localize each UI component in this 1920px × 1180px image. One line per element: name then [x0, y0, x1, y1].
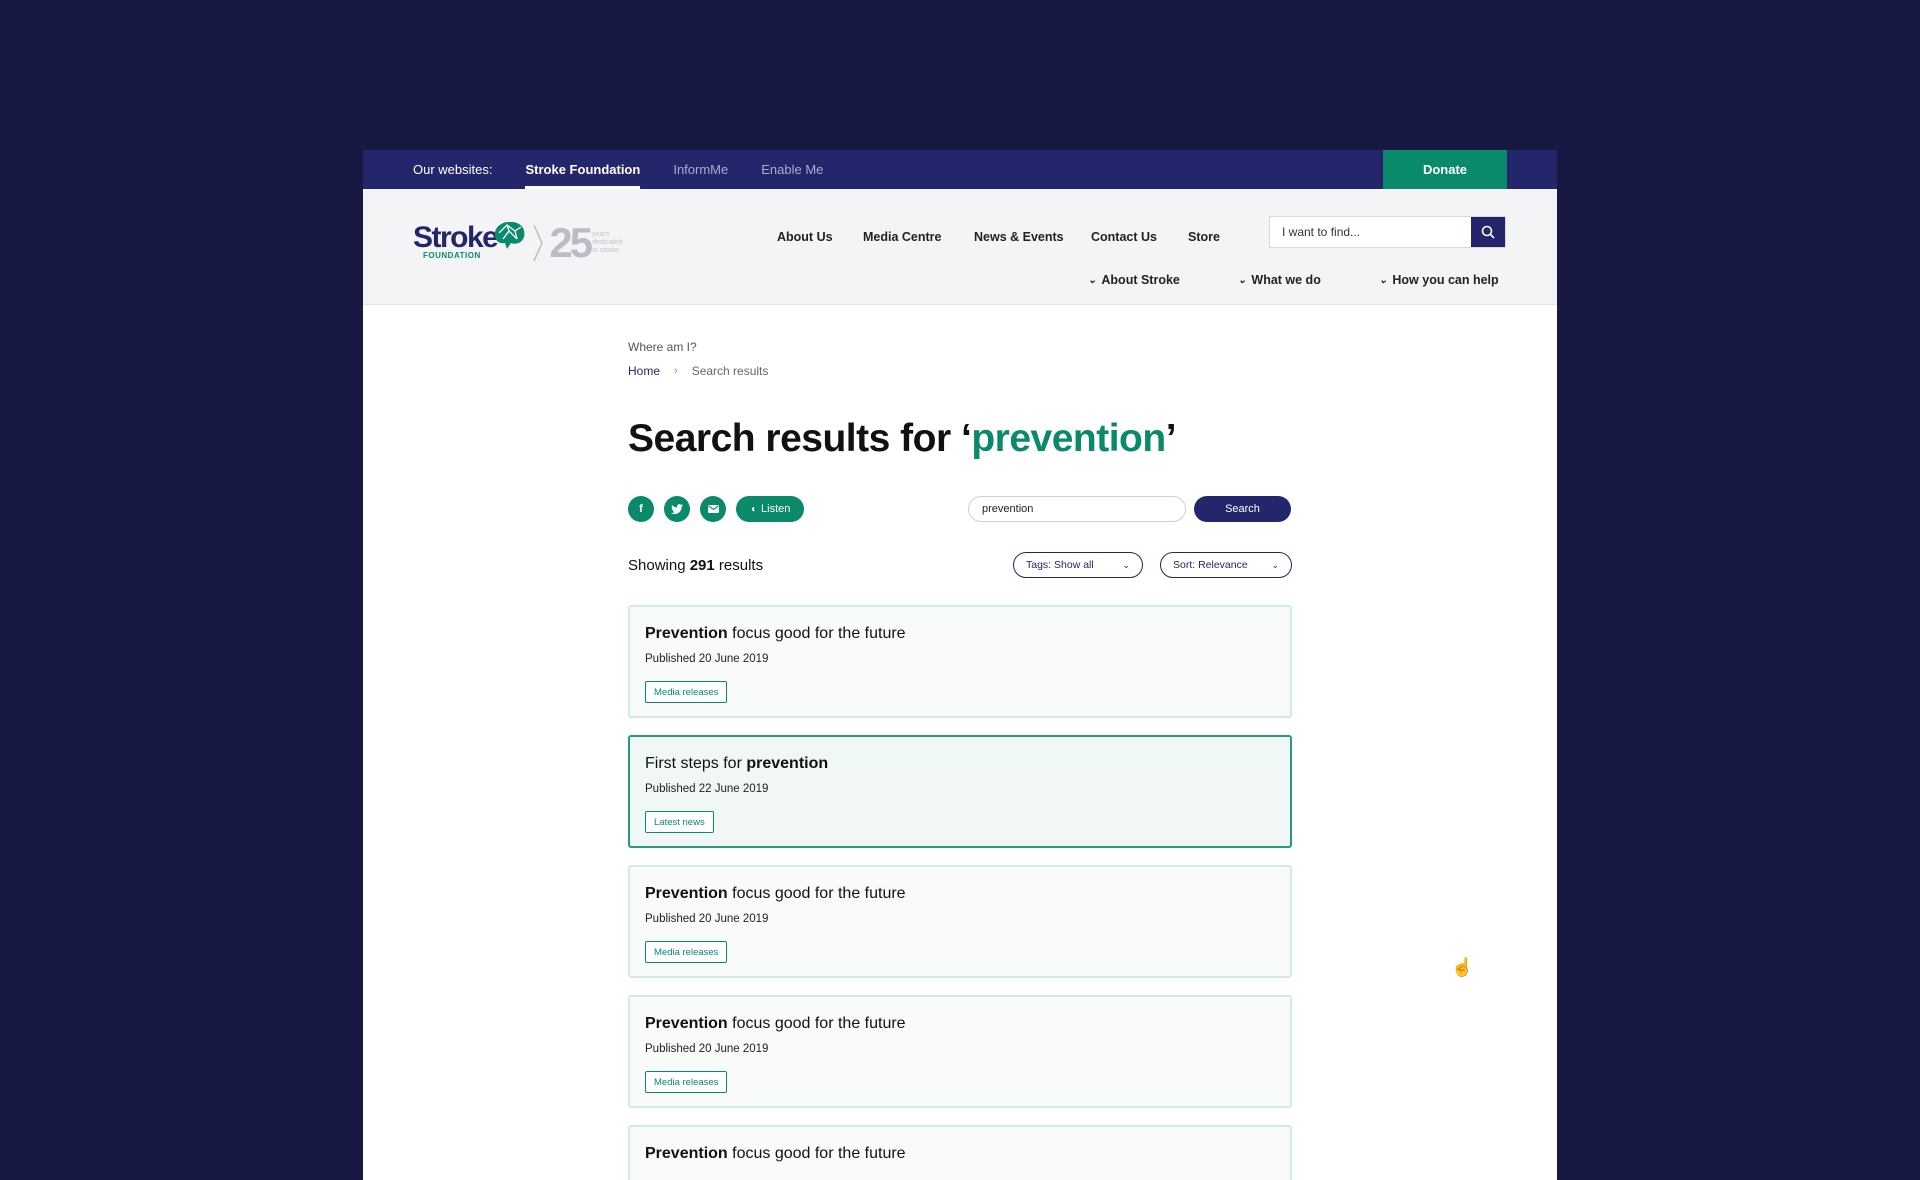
- chevron-down-icon: ⌄: [1122, 559, 1130, 570]
- result-card[interactable]: Prevention focus good for the future Publ…: [628, 865, 1292, 978]
- result-title[interactable]: First steps for prevention: [645, 755, 828, 773]
- result-card[interactable]: Prevention focus good for the future Publ…: [628, 605, 1292, 718]
- result-card[interactable]: Prevention focus good for the future Publ…: [628, 995, 1292, 1108]
- breadcrumb: Home › Search results: [628, 364, 768, 378]
- search-icon: [1481, 225, 1495, 239]
- result-count: Showing 291 results: [628, 557, 764, 574]
- header-search: [1269, 216, 1506, 248]
- nav-contact-us[interactable]: Contact Us: [1091, 230, 1157, 244]
- websites-label: Our websites:: [413, 162, 493, 177]
- search-query: prevention: [971, 417, 1166, 460]
- nav-news-events[interactable]: News & Events: [974, 230, 1064, 244]
- result-tag[interactable]: Latest news: [645, 811, 714, 833]
- result-title[interactable]: Prevention focus good for the future: [645, 1145, 906, 1163]
- chevron-down-icon: ⌄: [1271, 559, 1279, 570]
- listen-button[interactable]: ◖ Listen: [736, 496, 805, 522]
- donate-button[interactable]: Donate: [1383, 150, 1507, 189]
- result-title[interactable]: Prevention focus good for the future: [645, 625, 906, 643]
- site-link-informme[interactable]: InformMe: [673, 150, 728, 189]
- nav-about-stroke[interactable]: ⌄ About Stroke: [1088, 273, 1180, 287]
- hand-cursor-icon: ☝: [1451, 957, 1474, 977]
- result-title[interactable]: Prevention focus good for the future: [645, 885, 906, 903]
- sort-select[interactable]: Sort: Relevance ⌄: [1160, 552, 1292, 578]
- chevron-down-icon: ⌄: [1088, 274, 1097, 286]
- anniversary-number: 25: [549, 219, 593, 266]
- websites-bar: Our websites: Stroke Foundation InformMe…: [363, 150, 1557, 189]
- logo-subtitle: FOUNDATION: [423, 251, 481, 260]
- site-link-enable-me[interactable]: Enable Me: [761, 150, 823, 189]
- result-date: Published 20 June 2019: [645, 1043, 769, 1055]
- stroke-foundation-logo[interactable]: Stroke FOUNDATION 25 years dedicated to …: [413, 219, 623, 266]
- breadcrumb-current: Search results: [691, 364, 769, 378]
- result-date: Published 20 June 2019: [645, 653, 769, 665]
- result-card[interactable]: Prevention focus good for the future: [628, 1125, 1292, 1180]
- listen-icon: ◖: [750, 503, 757, 515]
- breadcrumb-label: Where am I?: [628, 340, 697, 354]
- page-title: Search results for ‘prevention’: [628, 417, 1177, 460]
- header-search-button[interactable]: [1471, 217, 1505, 247]
- share-bar: f ◖ Listen: [628, 496, 805, 522]
- header-search-input[interactable]: [1270, 217, 1471, 247]
- result-tag[interactable]: Media releases: [645, 941, 728, 963]
- result-card[interactable]: First steps for prevention Published 22 J…: [628, 735, 1292, 848]
- result-tag[interactable]: Media releases: [645, 1071, 728, 1093]
- facebook-icon[interactable]: f: [628, 496, 654, 522]
- divider-chevron-icon: [533, 224, 544, 262]
- logo-word: Stroke: [413, 221, 499, 254]
- page-search: Search: [968, 496, 1291, 522]
- page-search-input[interactable]: [968, 496, 1186, 522]
- chevron-right-icon: ›: [674, 365, 678, 377]
- site-header: Stroke FOUNDATION 25 years dedicated to …: [363, 189, 1557, 305]
- anniversary-tagline: years dedicated to stroke: [592, 231, 623, 254]
- breadcrumb-home[interactable]: Home: [628, 364, 660, 378]
- email-icon[interactable]: [700, 496, 726, 522]
- brain-icon: [495, 221, 525, 249]
- tags-filter-select[interactable]: Tags: Show all ⌄: [1013, 552, 1143, 578]
- chevron-down-icon: ⌄: [1238, 274, 1247, 286]
- page-search-button[interactable]: Search: [1194, 496, 1291, 522]
- nav-store[interactable]: Store: [1188, 230, 1220, 244]
- nav-how-you-can-help[interactable]: ⌄ How you can help: [1379, 273, 1499, 287]
- result-date: Published 22 June 2019: [645, 783, 769, 795]
- result-tag[interactable]: Media releases: [645, 681, 728, 703]
- nav-what-we-do[interactable]: ⌄ What we do: [1238, 273, 1321, 287]
- result-title[interactable]: Prevention focus good for the future: [645, 1015, 906, 1033]
- result-date: Published 20 June 2019: [645, 913, 769, 925]
- browser-page: Our websites: Stroke Foundation InformMe…: [363, 150, 1557, 1180]
- site-link-stroke-foundation[interactable]: Stroke Foundation: [525, 150, 640, 189]
- nav-media-centre[interactable]: Media Centre: [863, 230, 942, 244]
- twitter-icon[interactable]: [664, 496, 690, 522]
- nav-about-us[interactable]: About Us: [777, 230, 833, 244]
- chevron-down-icon: ⌄: [1379, 274, 1388, 286]
